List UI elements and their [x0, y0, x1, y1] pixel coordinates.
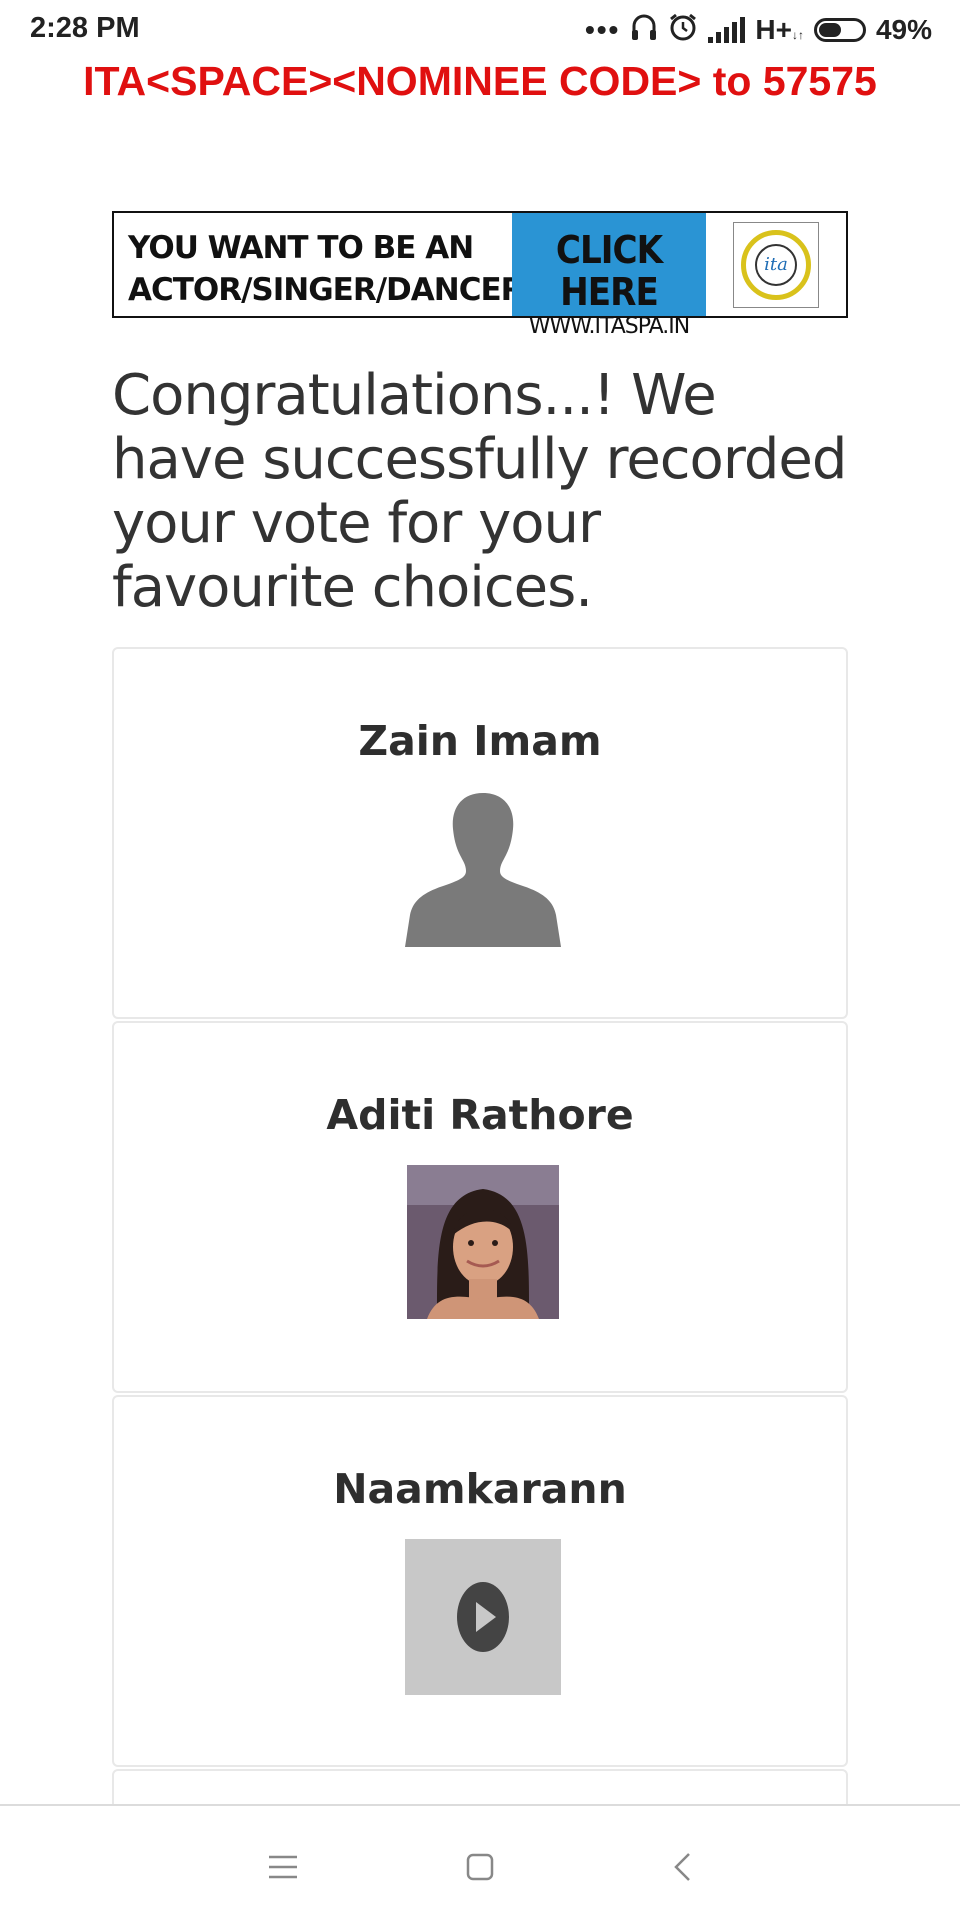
status-icons: ••• H+↓↑ 49% [585, 10, 932, 50]
vote-instruction: ITA<SPACE><NOMINEE CODE> to 57575 [83, 58, 877, 104]
choice-card: Naamkarann [112, 1395, 848, 1767]
battery-icon [813, 18, 866, 42]
network-type: H+↓↑ [755, 14, 804, 45]
ita-logo: ita [706, 213, 846, 316]
status-bar: 2:28 PM ••• H+↓↑ 49% [0, 0, 960, 58]
choice-card: Zain Imam [112, 647, 848, 1019]
person-silhouette-icon [405, 791, 561, 947]
status-time: 2:28 PM [30, 12, 140, 44]
choice-name: Naamkarann [333, 1465, 627, 1513]
confirmation-message: Congratulations...! We have successfully… [112, 363, 847, 620]
system-nav-bar [0, 1804, 960, 1922]
alarm-icon [668, 12, 698, 49]
back-icon[interactable] [657, 1842, 707, 1892]
menu-icon[interactable] [258, 1842, 308, 1892]
play-icon[interactable] [457, 1582, 509, 1652]
signal-icon [708, 17, 746, 43]
choice-name: Zain Imam [358, 717, 602, 765]
banner-cta-button[interactable]: CLICK HERE WWW.ITASPA.IN [512, 213, 706, 339]
nominee-photo [407, 1165, 559, 1319]
home-icon[interactable] [455, 1842, 505, 1892]
battery-percent: 49% [875, 14, 932, 45]
ad-banner[interactable]: YOU WANT TO BE AN ACTOR/SINGER/DANCER? C… [112, 211, 848, 339]
headphones-icon [630, 12, 658, 49]
choice-name: Aditi Rathore [326, 1091, 634, 1139]
choice-card: Aditi Rathore [112, 1021, 848, 1393]
video-placeholder[interactable] [405, 1539, 561, 1695]
banner-text: YOU WANT TO BE AN ACTOR/SINGER/DANCER? [128, 230, 542, 308]
more-notifications-icon: ••• [584, 14, 621, 45]
